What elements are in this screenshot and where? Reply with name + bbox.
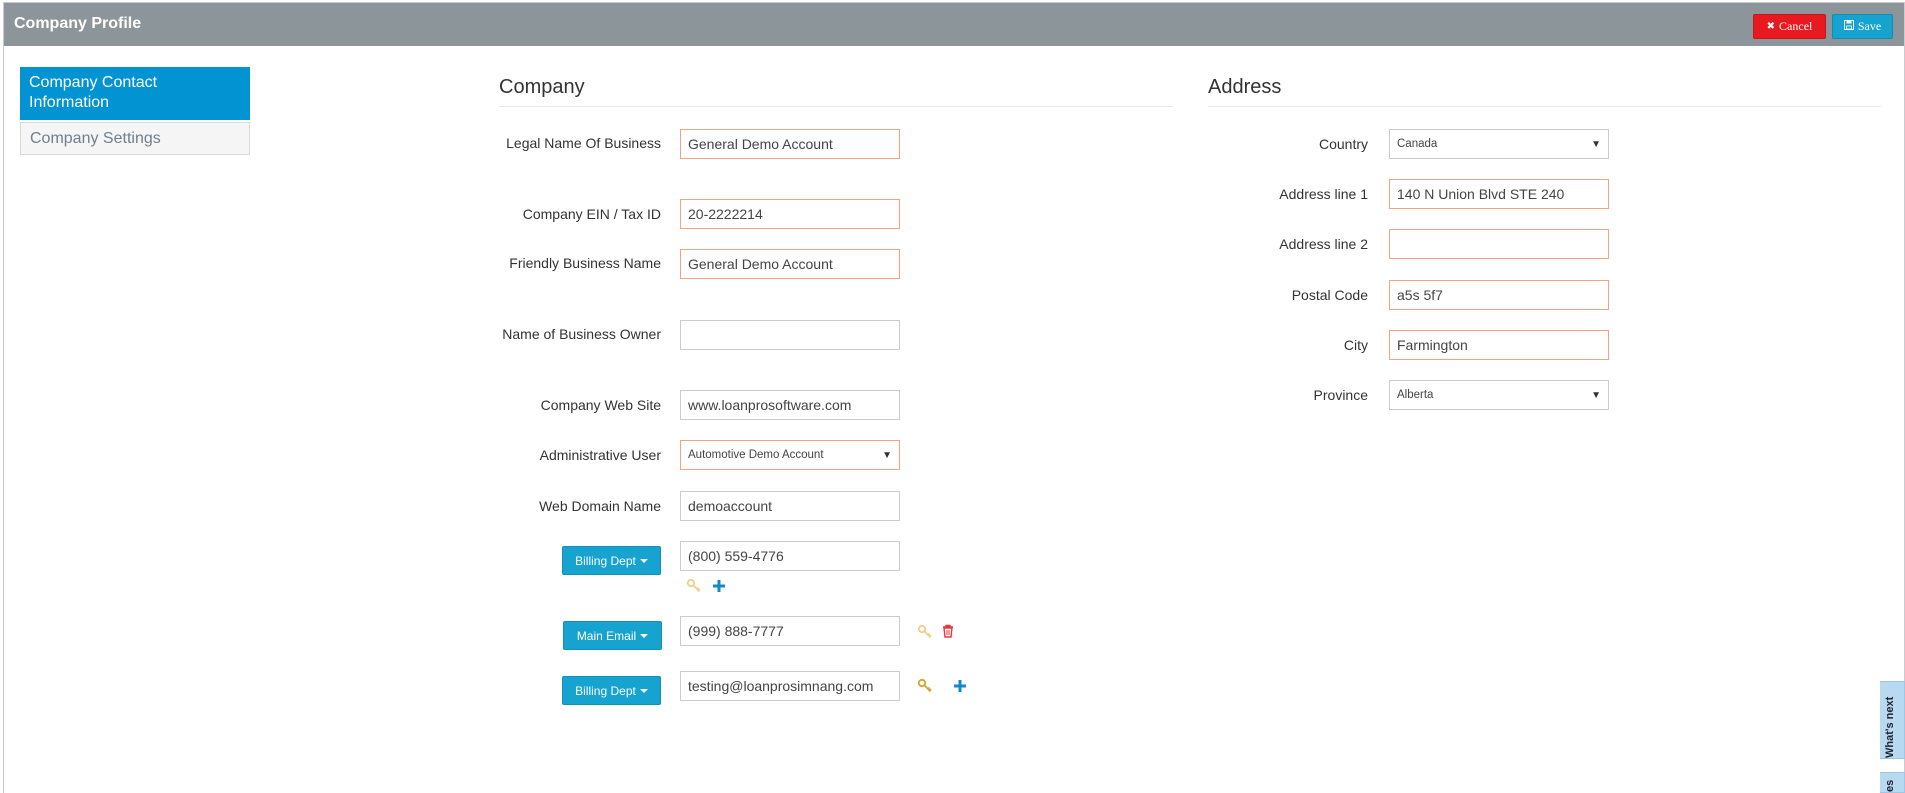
province-label: Province	[1313, 387, 1368, 403]
city-input[interactable]: Farmington	[1389, 330, 1609, 360]
admin-user-select[interactable]: Automotive Demo Account ▼	[680, 440, 900, 470]
page-title: Company Profile	[14, 15, 142, 32]
admin-user-value: Automotive Demo Account	[688, 449, 824, 461]
contact-type-dropdown-2[interactable]: Main Email	[563, 621, 662, 650]
caret-down-icon	[639, 558, 648, 563]
address-line1-label: Address line 1	[1279, 186, 1368, 202]
side-tab-secondary[interactable]: es	[1880, 772, 1905, 793]
company-divider	[499, 106, 1173, 107]
address-divider	[1208, 106, 1881, 107]
contact-input-3[interactable]: testing@loanprosimnang.com	[680, 671, 900, 701]
contact-input-2[interactable]: (999) 888-7777	[680, 616, 900, 646]
domain-input[interactable]: demoaccount	[680, 491, 900, 521]
country-label: Country	[1318, 136, 1368, 152]
sidebar-item-company-contact-information[interactable]: Company Contact Information	[20, 67, 250, 120]
company-profile-panel: Company Profile ✖ Cancel Save	[3, 2, 1905, 793]
owner-input[interactable]	[680, 320, 900, 350]
address-section-title: Address	[1208, 76, 1282, 98]
contact-type-label: Billing Dept	[575, 553, 636, 568]
city-label: City	[1343, 337, 1368, 353]
caret-down-icon: ▼	[882, 449, 892, 461]
postal-code-label: Postal Code	[1291, 287, 1368, 303]
caret-down-icon	[640, 633, 649, 638]
legal-name-label: Legal Name Of Business	[506, 135, 661, 151]
admin-user-label: Administrative User	[539, 447, 661, 463]
legal-name-input[interactable]: General Demo Account	[680, 129, 900, 159]
key-icon[interactable]	[917, 624, 933, 640]
cancel-button[interactable]: ✖ Cancel	[1753, 14, 1826, 39]
website-input[interactable]: www.loanprosoftware.com	[680, 390, 900, 420]
contact-type-dropdown-3[interactable]: Billing Dept	[562, 676, 661, 705]
friendly-name-label: Friendly Business Name	[509, 255, 661, 271]
country-value: Canada	[1397, 138, 1438, 150]
cancel-label: Cancel	[1779, 19, 1813, 33]
trash-icon[interactable]	[940, 623, 956, 639]
website-label: Company Web Site	[540, 397, 661, 413]
ein-label: Company EIN / Tax ID	[522, 206, 661, 222]
owner-label: Name of Business Owner	[502, 326, 661, 342]
sidebar-item-company-settings[interactable]: Company Settings	[20, 122, 250, 155]
save-button[interactable]: Save	[1832, 14, 1893, 39]
plus-icon[interactable]	[711, 578, 727, 594]
close-icon: ✖	[1766, 21, 1776, 32]
plus-icon[interactable]	[952, 678, 968, 694]
domain-label: Web Domain Name	[539, 498, 661, 514]
caret-down-icon	[639, 688, 648, 693]
floppy-disk-icon	[1843, 19, 1854, 34]
caret-down-icon: ▼	[1591, 138, 1601, 150]
address-line2-input[interactable]	[1389, 229, 1609, 259]
ein-input[interactable]: 20-2222214	[680, 199, 900, 229]
contact-input-1[interactable]: (800) 559-4776	[680, 541, 900, 571]
contact-type-label: Billing Dept	[575, 683, 636, 698]
country-select[interactable]: Canada ▼	[1389, 129, 1609, 159]
friendly-name-input[interactable]: General Demo Account	[680, 249, 900, 279]
caret-down-icon: ▼	[1591, 389, 1601, 401]
contact-type-label: Main Email	[576, 628, 637, 643]
province-select[interactable]: Alberta ▼	[1389, 380, 1609, 410]
company-section-title: Company	[499, 76, 585, 98]
address-line1-input[interactable]: 140 N Union Blvd STE 240	[1389, 179, 1609, 209]
key-icon[interactable]	[917, 678, 933, 694]
contact-type-dropdown-1[interactable]: Billing Dept	[562, 546, 661, 575]
key-icon[interactable]	[686, 578, 702, 594]
postal-code-input[interactable]: a5s 5f7	[1389, 280, 1609, 310]
panel-header: Company Profile ✖ Cancel Save	[4, 3, 1904, 46]
address-line2-label: Address line 2	[1279, 236, 1368, 252]
province-value: Alberta	[1397, 389, 1434, 401]
whats-next-tab[interactable]: What's next	[1880, 681, 1905, 759]
save-label: Save	[1857, 19, 1882, 33]
sidebar-nav: Company Contact Information Company Sett…	[20, 67, 250, 155]
